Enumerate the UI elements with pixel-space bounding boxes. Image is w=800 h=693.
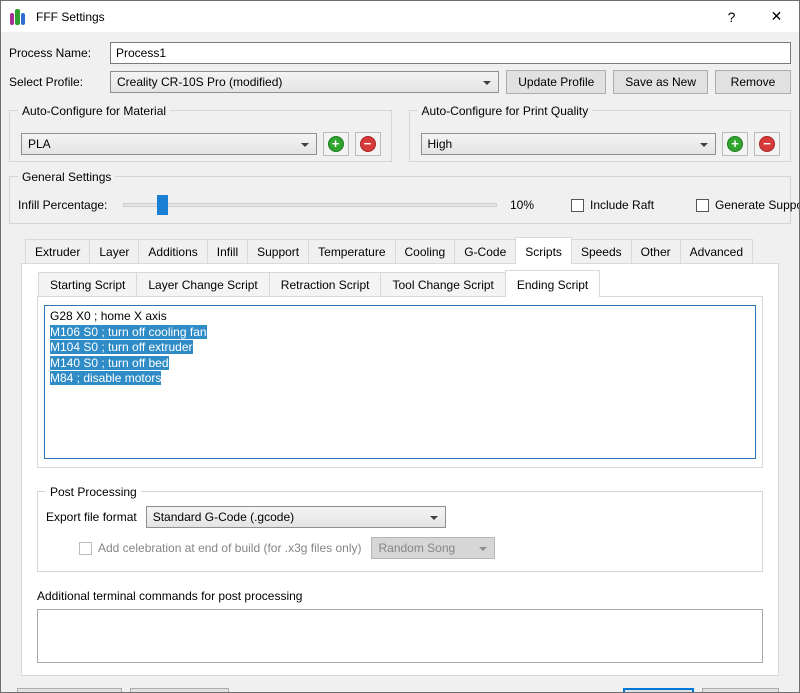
ok-button[interactable]: OK bbox=[623, 688, 694, 692]
update-profile-button[interactable]: Update Profile bbox=[506, 70, 607, 94]
window-title: FFF Settings bbox=[36, 9, 105, 24]
profile-combobox-value: Creality CR-10S Pro (modified) bbox=[117, 75, 283, 89]
slider-groove bbox=[123, 203, 497, 207]
general-settings-label: General Settings bbox=[18, 170, 116, 184]
script-line: M106 S0 ; turn off cooling fan bbox=[50, 324, 207, 339]
export-format-row: Export file format Standard G-Code (.gco… bbox=[46, 506, 752, 528]
tab-temperature[interactable]: Temperature bbox=[308, 239, 396, 263]
post-processing-label: Post Processing bbox=[46, 485, 141, 499]
material-groupbox: Auto-Configure for Material PLA + − bbox=[9, 104, 392, 162]
fff-settings-dialog: FFF Settings ? ✕ Process Name: Select Pr… bbox=[0, 0, 800, 693]
dropdown-arrow-icon bbox=[479, 547, 488, 551]
title-bar: FFF Settings ? ✕ bbox=[1, 1, 799, 32]
profile-combobox[interactable]: Creality CR-10S Pro (modified) bbox=[110, 71, 500, 93]
process-name-label: Process Name: bbox=[9, 46, 92, 60]
subtab-ending-script[interactable]: Ending Script bbox=[504, 270, 601, 297]
infill-value: 10% bbox=[510, 198, 535, 212]
minus-icon: − bbox=[759, 135, 775, 152]
settings-tabs: Extruder Layer Additions Infill Support … bbox=[21, 237, 779, 676]
close-icon[interactable]: ✕ bbox=[754, 1, 799, 32]
help-icon[interactable]: ? bbox=[709, 1, 754, 32]
scripts-tab-panel: Starting Script Layer Change Script Retr… bbox=[21, 263, 779, 676]
quality-groupbox: Auto-Configure for Print Quality High + … bbox=[408, 104, 791, 162]
checkbox-box-icon bbox=[696, 198, 710, 212]
hide-advanced-button[interactable]: Hide Advanced bbox=[17, 688, 122, 692]
script-line: G28 X0 ; home X axis bbox=[50, 309, 167, 323]
checkbox-box-icon bbox=[79, 541, 92, 555]
quality-combobox-value: High bbox=[427, 136, 453, 151]
select-profile-label: Select Profile: bbox=[9, 75, 84, 89]
tab-additions[interactable]: Additions bbox=[138, 239, 208, 263]
celebration-song-combobox: Random Song bbox=[371, 537, 496, 559]
app-logo-icon bbox=[9, 8, 27, 26]
select-profile-row: Select Profile: Creality CR-10S Pro (mod… bbox=[9, 70, 791, 94]
infill-slider[interactable] bbox=[123, 195, 497, 215]
auto-configure-row: Auto-Configure for Material PLA + − Auto… bbox=[9, 104, 791, 162]
terminal-commands-label: Additional terminal commands for post pr… bbox=[37, 589, 303, 603]
tab-support[interactable]: Support bbox=[247, 239, 310, 263]
tab-scripts[interactable]: Scripts bbox=[515, 237, 572, 264]
include-raft-label: Include Raft bbox=[590, 198, 655, 212]
dropdown-arrow-icon bbox=[483, 81, 492, 85]
remove-quality-button[interactable]: − bbox=[754, 131, 780, 156]
quality-combobox[interactable]: High bbox=[420, 132, 716, 155]
dropdown-arrow-icon bbox=[429, 516, 438, 520]
subtab-layer-change-script[interactable]: Layer Change Script bbox=[136, 272, 270, 296]
subtab-starting-script[interactable]: Starting Script bbox=[38, 272, 138, 296]
celebration-row: Add celebration at end of build (for .x3… bbox=[46, 537, 752, 559]
process-name-input[interactable] bbox=[110, 42, 791, 64]
export-format-value: Standard G-Code (.gcode) bbox=[152, 510, 295, 524]
celebration-label: Add celebration at end of build (for .x3… bbox=[98, 541, 362, 555]
script-line: M104 S0 ; turn off extruder bbox=[50, 340, 193, 354]
footer-bar: Hide Advanced Select Models OK Cancel bbox=[9, 676, 791, 692]
generate-support-label: Generate Support bbox=[715, 198, 799, 212]
dialog-body: Process Name: Select Profile: Creality C… bbox=[1, 32, 799, 692]
post-processing-groupbox: Post Processing Export file format Stand… bbox=[37, 485, 763, 572]
plus-icon: + bbox=[327, 135, 344, 152]
celebration-checkbox: Add celebration at end of build (for .x3… bbox=[79, 541, 361, 555]
material-group-label: Auto-Configure for Material bbox=[18, 104, 171, 118]
tab-speeds[interactable]: Speeds bbox=[570, 239, 632, 263]
slider-handle[interactable] bbox=[157, 195, 168, 215]
dropdown-arrow-icon bbox=[700, 142, 708, 147]
ending-script-pane: G28 X0 ; home X axis M106 S0 ; turn off … bbox=[37, 296, 763, 468]
script-line: M84 ; disable motors bbox=[50, 371, 162, 385]
tab-cooling[interactable]: Cooling bbox=[394, 239, 456, 263]
remove-material-button[interactable]: − bbox=[354, 131, 381, 156]
export-format-combobox[interactable]: Standard G-Code (.gcode) bbox=[145, 506, 446, 528]
tab-advanced[interactable]: Advanced bbox=[679, 239, 754, 263]
minus-icon: − bbox=[359, 135, 376, 152]
export-format-label: Export file format bbox=[46, 510, 137, 524]
save-as-new-button[interactable]: Save as New bbox=[613, 70, 708, 94]
infill-percentage-label: Infill Percentage: bbox=[18, 198, 108, 212]
process-name-row: Process Name: bbox=[9, 42, 791, 64]
main-tabbar: Extruder Layer Additions Infill Support … bbox=[21, 237, 779, 264]
checkbox-box-icon bbox=[571, 198, 584, 212]
generate-support-checkbox[interactable]: Generate Support bbox=[696, 198, 799, 212]
general-settings-groupbox: General Settings Infill Percentage: 10% … bbox=[9, 170, 799, 224]
script-subtabbar: Starting Script Layer Change Script Retr… bbox=[37, 270, 763, 297]
script-line: M140 S0 ; turn off bed bbox=[50, 355, 169, 370]
celebration-song-value: Random Song bbox=[378, 541, 456, 555]
tab-other[interactable]: Other bbox=[630, 239, 681, 263]
tab-layer[interactable]: Layer bbox=[89, 239, 140, 263]
material-combobox-value: PLA bbox=[28, 136, 51, 151]
dropdown-arrow-icon bbox=[300, 142, 309, 147]
add-quality-button[interactable]: + bbox=[722, 131, 748, 156]
quality-group-label: Auto-Configure for Print Quality bbox=[417, 104, 593, 118]
cancel-button[interactable]: Cancel bbox=[702, 688, 779, 692]
terminal-commands-textarea[interactable] bbox=[37, 609, 763, 663]
ending-script-editor[interactable]: G28 X0 ; home X axis M106 S0 ; turn off … bbox=[44, 305, 756, 459]
remove-button[interactable]: Remove bbox=[715, 70, 791, 94]
subtab-tool-change-script[interactable]: Tool Change Script bbox=[380, 272, 506, 296]
tab-extruder[interactable]: Extruder bbox=[25, 239, 91, 263]
include-raft-checkbox[interactable]: Include Raft bbox=[571, 198, 654, 212]
plus-icon: + bbox=[727, 135, 743, 152]
tab-gcode[interactable]: G-Code bbox=[454, 239, 517, 263]
add-material-button[interactable]: + bbox=[322, 131, 349, 156]
tab-infill[interactable]: Infill bbox=[206, 239, 249, 263]
subtab-retraction-script[interactable]: Retraction Script bbox=[268, 272, 382, 296]
material-combobox[interactable]: PLA bbox=[21, 132, 317, 155]
select-models-button[interactable]: Select Models bbox=[129, 688, 230, 692]
